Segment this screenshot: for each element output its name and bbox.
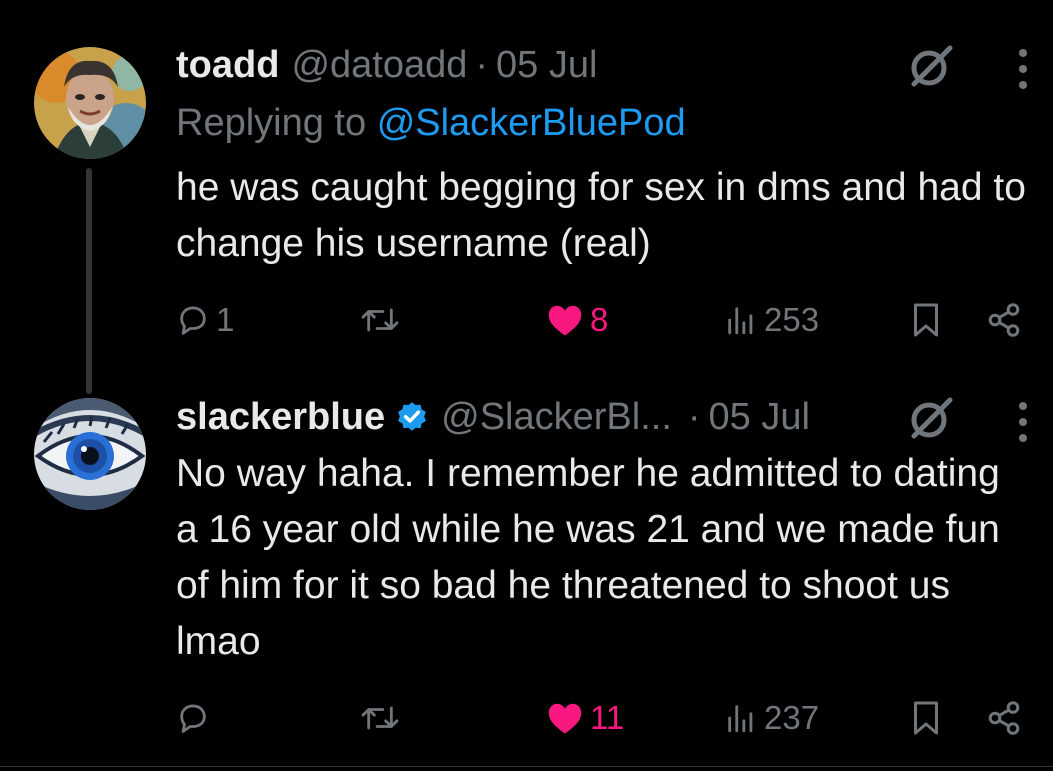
separator-dot: · [687,395,701,438]
user-handle[interactable]: @SlackerBl... [441,396,672,439]
grok-icon[interactable] [906,42,954,90]
like-count: 8 [590,301,609,338]
tweet-date[interactable]: 05 Jul [496,44,597,87]
reply-icon [180,306,206,335]
views-button[interactable]: 253 [724,292,819,348]
action-bar: 1 8 253 [176,292,1036,348]
reply-button[interactable] [176,690,216,746]
bookmark-button[interactable] [910,292,942,348]
avatar-slackerblue[interactable] [34,398,146,510]
bookmark-button[interactable] [910,690,942,746]
display-name[interactable]: toadd [176,44,279,87]
share-button[interactable] [986,690,1022,746]
views-icon [728,705,753,733]
bookmark-icon [914,303,938,337]
repost-icon [361,308,399,332]
heart-icon [548,703,582,734]
views-button[interactable]: 237 [724,690,819,746]
thread-line [86,168,92,394]
avatar-toadd[interactable] [34,47,146,159]
more-icon[interactable] [1015,47,1031,91]
bookmark-icon [914,701,938,735]
action-bar: 11 237 [176,690,1036,746]
replying-prefix: Replying to [176,102,367,144]
like-count: 11 [590,699,625,736]
share-icon [988,701,1020,735]
reply-icon [180,704,206,733]
tweet-text: No way haha. I remember he admitted to d… [176,452,1000,663]
reply-button[interactable]: 1 [176,292,234,348]
tweet-header: slackerblue @SlackerBl... · 05 Jul [176,392,810,442]
like-button[interactable]: 8 [546,292,608,348]
share-icon [988,303,1020,337]
share-button[interactable] [986,292,1022,348]
reply-count: 1 [216,301,235,338]
repost-button[interactable] [360,292,406,348]
views-icon [728,307,753,335]
more-icon[interactable] [1015,400,1031,444]
views-count: 237 [764,699,820,736]
repost-icon [361,706,399,730]
views-count: 253 [764,301,820,338]
bottom-divider [0,766,1053,767]
heart-icon [548,305,582,336]
tweet-date[interactable]: 05 Jul [709,396,810,439]
replying-to: Replying to @SlackerBluePod [176,102,686,145]
tweet-toadd[interactable]: toadd @datoadd · 05 Jul Replying to @Sla… [0,0,1053,394]
verified-badge-icon [395,400,429,434]
tweet-slackerblue[interactable]: slackerblue @SlackerBl... · 05 Jul No wa… [0,380,1053,771]
tweet-text: he was caught begging for sex in dms and… [176,166,1026,265]
replying-to-link[interactable]: @SlackerBluePod [377,102,686,144]
separator-dot: · [475,43,489,86]
user-handle[interactable]: @datoadd [291,44,467,87]
tweet-header: toadd @datoadd · 05 Jul [176,40,597,90]
like-button[interactable]: 11 [546,690,624,746]
display-name[interactable]: slackerblue [176,396,385,439]
repost-button[interactable] [360,690,406,746]
grok-icon[interactable] [906,394,954,442]
